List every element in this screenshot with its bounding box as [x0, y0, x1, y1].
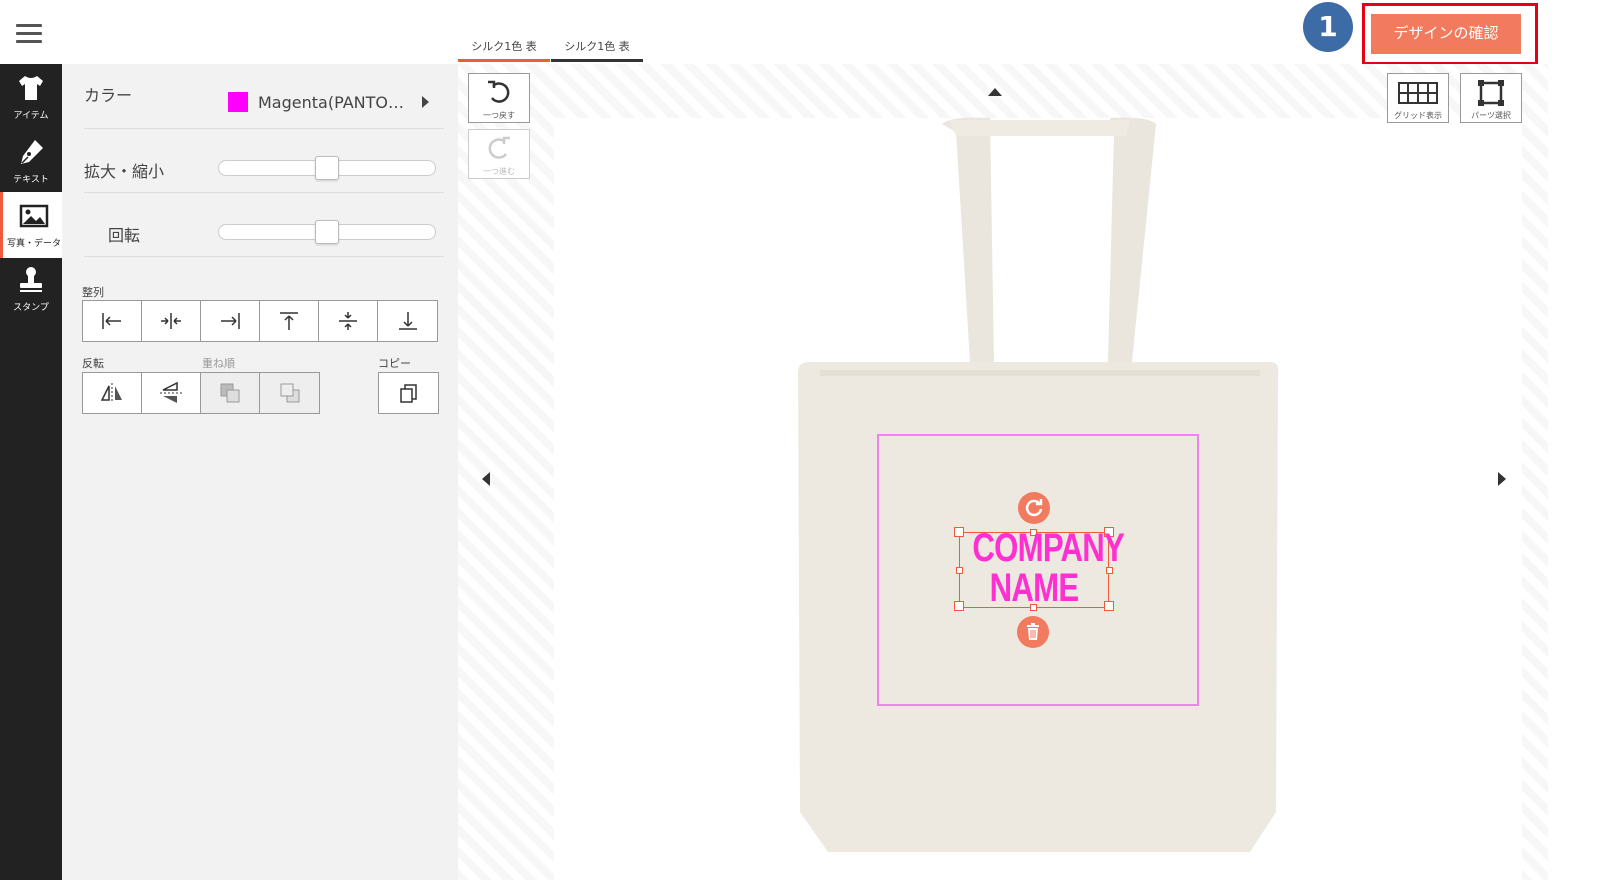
design-text-line1: COMPANY	[972, 526, 1125, 570]
rotate-slider[interactable]	[218, 220, 436, 244]
property-panel: カラー Magenta(PANTO… 拡大・縮小 回転 整列 反転 重ね順 コピ…	[62, 64, 458, 880]
align-bottom-icon	[398, 312, 417, 330]
resize-handle-bottom-left[interactable]	[954, 601, 964, 611]
image-icon	[19, 204, 49, 228]
align-button-group	[82, 300, 438, 342]
scale-label: 拡大・縮小	[84, 162, 165, 181]
color-swatch[interactable]	[228, 92, 248, 112]
trash-icon	[1027, 623, 1039, 640]
tab-silk-front-2[interactable]: シルク1色 表	[551, 26, 643, 62]
grid-label: グリッド表示	[1394, 111, 1442, 120]
top-bar	[0, 0, 1600, 64]
sidebar-item-label: アイテム	[13, 111, 49, 121]
pen-icon	[21, 140, 43, 164]
sidebar-item-photo-data[interactable]: 写真・データ	[0, 192, 62, 258]
tshirt-icon	[19, 76, 43, 100]
align-label: 整列	[82, 286, 104, 299]
delete-object-button[interactable]	[1017, 616, 1049, 648]
hamburger-menu-icon[interactable]	[14, 20, 44, 46]
copy-button-group	[378, 372, 439, 414]
rotate-object-button[interactable]	[1018, 492, 1050, 524]
flip-label: 反転	[82, 357, 104, 370]
divider	[84, 192, 444, 193]
design-text-object[interactable]: COMPANY NAME	[972, 526, 1125, 610]
rotate-icon	[1025, 499, 1043, 517]
align-top-button[interactable]	[260, 301, 319, 341]
color-label: カラー	[84, 86, 133, 105]
align-center-v-button[interactable]	[319, 301, 378, 341]
redo-icon	[488, 136, 510, 159]
redo-button[interactable]: 一つ進む	[468, 129, 530, 179]
divider	[84, 256, 444, 257]
align-left-icon	[102, 313, 121, 329]
resize-handle-bottom-right[interactable]	[1104, 601, 1114, 611]
align-bottom-button[interactable]	[378, 301, 437, 341]
tab-silk-front-1[interactable]: シルク1色 表	[458, 26, 550, 62]
parts-label: パーツ選択	[1471, 111, 1511, 120]
align-left-button[interactable]	[83, 301, 142, 341]
design-confirm-button[interactable]: デザインの確認	[1371, 14, 1521, 54]
grid-icon	[1398, 82, 1438, 104]
sidebar-item-text[interactable]: テキスト	[0, 128, 62, 194]
bring-forward-button[interactable]	[201, 373, 260, 413]
color-expand-icon[interactable]	[422, 96, 429, 108]
view-left-arrow-icon[interactable]	[482, 472, 490, 486]
align-center-horizontal-icon	[161, 313, 181, 329]
sidebar-item-item[interactable]: アイテム	[0, 64, 62, 130]
color-value[interactable]: Magenta(PANTO…	[258, 93, 404, 112]
order-label: 重ね順	[202, 357, 235, 370]
flip-order-button-group	[82, 372, 320, 414]
align-right-icon	[221, 313, 240, 329]
send-backward-button[interactable]	[260, 373, 319, 413]
flip-vertical-button[interactable]	[142, 373, 201, 413]
flip-vertical-icon	[160, 381, 182, 403]
step-badge: 1	[1303, 2, 1353, 52]
undo-label: 一つ戻す	[483, 111, 515, 120]
rotate-slider-thumb[interactable]	[315, 220, 339, 244]
stamp-icon	[20, 267, 42, 292]
redo-label: 一つ進む	[483, 167, 515, 176]
flip-horizontal-button[interactable]	[83, 373, 142, 413]
parts-select-icon	[1478, 80, 1504, 106]
grid-toggle-button[interactable]: グリッド表示	[1387, 73, 1449, 123]
undo-icon	[488, 80, 510, 103]
sidebar-item-label: スタンプ	[13, 303, 49, 313]
rotate-label: 回転	[108, 226, 141, 245]
align-top-icon	[280, 312, 298, 330]
align-center-h-button[interactable]	[142, 301, 201, 341]
view-right-arrow-icon[interactable]	[1498, 472, 1506, 486]
copy-label: コピー	[378, 357, 411, 370]
bring-forward-icon	[220, 383, 240, 403]
copy-button[interactable]	[379, 373, 438, 413]
scale-slider[interactable]	[218, 156, 436, 180]
align-right-button[interactable]	[201, 301, 260, 341]
undo-button[interactable]: 一つ戻す	[468, 73, 530, 123]
send-backward-icon	[280, 383, 299, 403]
copy-icon	[399, 384, 417, 403]
sidebar-item-stamp[interactable]: スタンプ	[0, 256, 62, 322]
align-center-vertical-icon	[339, 312, 357, 330]
sidebar-item-label: テキスト	[13, 175, 49, 185]
resize-handle-top-left[interactable]	[954, 527, 964, 537]
divider	[84, 128, 444, 129]
flip-horizontal-icon	[100, 383, 122, 403]
scale-slider-thumb[interactable]	[315, 156, 339, 180]
view-up-arrow-icon[interactable]	[988, 88, 1002, 96]
sidebar: アイテム テキスト 写真・データ スタンプ	[0, 64, 62, 880]
design-text-line2: NAME	[989, 566, 1080, 610]
resize-handle-left[interactable]	[956, 567, 963, 574]
sidebar-item-label: 写真・データ	[6, 239, 61, 249]
parts-select-button[interactable]: パーツ選択	[1460, 73, 1522, 123]
